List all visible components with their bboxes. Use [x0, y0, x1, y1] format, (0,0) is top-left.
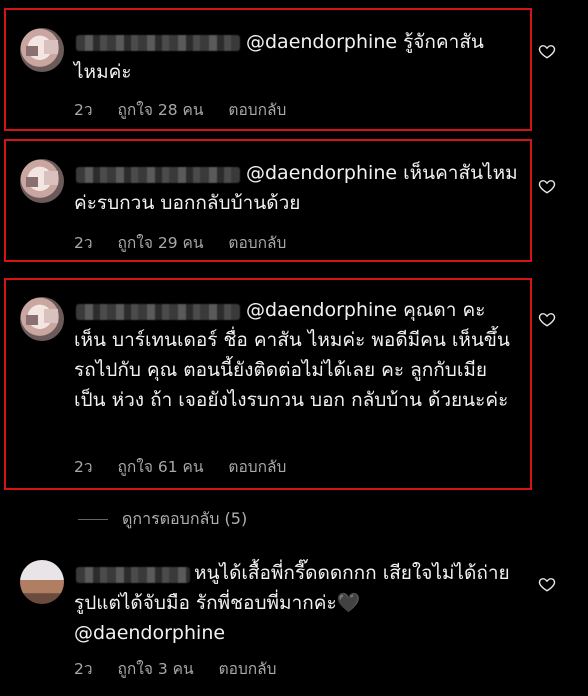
mention-link[interactable]: @daendorphine: [74, 622, 225, 644]
comment-meta: 2ว ถูกใจ 28 คน ตอบกลับ: [74, 97, 306, 122]
comment-text: @daendorphine คุณดา คะ เห็น บาร์เทนเดอร์…: [74, 295, 518, 415]
comment-meta: 2ว ถูกใจ 3 คน ตอบกลับ: [74, 656, 297, 681]
comment-text: @daendorphine รู้จักคาสันไหมค่ะ: [74, 27, 518, 87]
avatar[interactable]: [20, 560, 64, 604]
timestamp: 2ว: [74, 234, 93, 252]
avatar[interactable]: [20, 28, 64, 72]
comment-meta: 2ว ถูกใจ 61 คน ตอบกลับ: [74, 454, 306, 479]
heart-icon[interactable]: [538, 310, 556, 328]
timestamp: 2ว: [74, 660, 93, 678]
view-replies-link[interactable]: ดูการตอบกลับ (5): [78, 507, 247, 532]
view-replies-label[interactable]: ดูการตอบกลับ (5): [122, 509, 247, 528]
reply-button[interactable]: ตอบกลับ: [228, 234, 286, 252]
likes-count[interactable]: ถูกใจ 61 คน: [118, 458, 204, 476]
divider-line: [78, 519, 108, 520]
timestamp: 2ว: [74, 101, 93, 119]
mention-link[interactable]: @daendorphine: [246, 162, 397, 184]
heart-icon[interactable]: [538, 575, 556, 593]
heart-icon[interactable]: [538, 42, 556, 60]
mention-link[interactable]: @daendorphine: [246, 31, 397, 53]
reply-button[interactable]: ตอบกลับ: [228, 101, 286, 119]
comment-body: หนูได้เสื้อพี่กรี๊ดดดกกก เสียใจไม่ได้ถ่า…: [74, 562, 510, 614]
avatar[interactable]: [20, 159, 64, 203]
reply-button[interactable]: ตอบกลับ: [219, 660, 277, 678]
timestamp: 2ว: [74, 458, 93, 476]
comment-text: @daendorphine เห็นคาสันไหมค่ะรบกวน บอกกล…: [74, 158, 518, 218]
comment-text: หนูได้เสื้อพี่กรี๊ดดดกกก เสียใจไม่ได้ถ่า…: [74, 558, 518, 648]
likes-count[interactable]: ถูกใจ 29 คน: [118, 234, 204, 252]
reply-button[interactable]: ตอบกลับ: [228, 458, 286, 476]
avatar[interactable]: [20, 297, 64, 341]
likes-count[interactable]: ถูกใจ 28 คน: [118, 101, 204, 119]
heart-icon[interactable]: [538, 177, 556, 195]
likes-count[interactable]: ถูกใจ 3 คน: [118, 660, 194, 678]
comment-meta: 2ว ถูกใจ 29 คน ตอบกลับ: [74, 230, 306, 255]
mention-link[interactable]: @daendorphine: [246, 299, 397, 321]
